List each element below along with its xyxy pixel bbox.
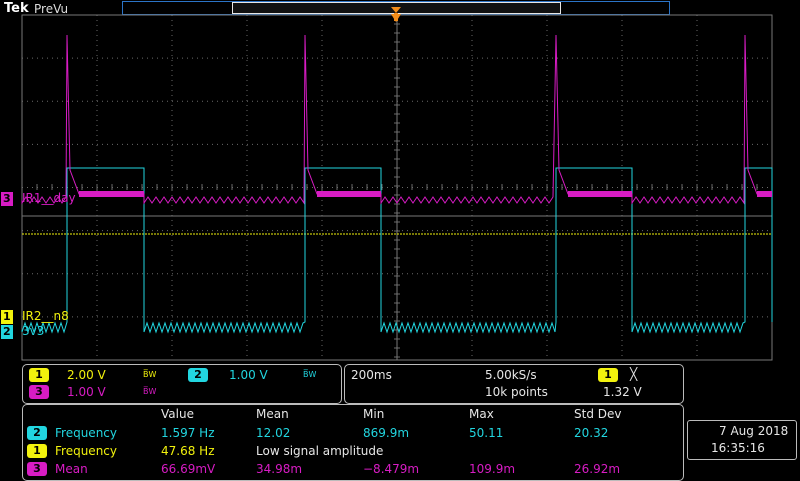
ch3-high-band (79, 191, 144, 197)
measurement-row3-channel-badge[interactable]: 3 (27, 462, 47, 476)
measurements-panel[interactable]: Value Mean Min Max Std Dev 2 Frequency 1… (22, 404, 684, 481)
trigger-position-marker-icon (391, 7, 401, 22)
measurement-row2-channel-badge[interactable]: 1 (27, 444, 47, 458)
ch1-label: IR2__n8 (22, 309, 69, 323)
trigger-level[interactable]: 1.32 V (603, 385, 642, 399)
trigger-slope-icon: ╳ (630, 367, 638, 381)
measurement-row2-warning: Low signal amplitude (256, 444, 384, 458)
measurement-row3-std-dev: 26.92m (574, 462, 621, 476)
record-length[interactable]: 10k points (485, 385, 548, 399)
oscilloscope-screen: Tek PreVu 3 IR1__day 1 IR2__n8 2 3v3 1 2… (0, 0, 800, 481)
ch3-ground-marker[interactable]: 3 (1, 192, 13, 206)
ch3-scale[interactable]: 1.00 V (67, 385, 106, 399)
horizontal-settings-panel[interactable]: 200ms 5.00kS/s 10k points 1 ╳ 1.32 V (344, 364, 684, 404)
measurement-header-std-dev: Std Dev (574, 407, 622, 421)
ch2-badge[interactable]: 2 (188, 368, 208, 382)
measurement-row3-max: 109.9m (469, 462, 516, 476)
vertical-settings-panel[interactable]: 1 2.00 V B̅W 2 1.00 V B̅W 3 1.00 V B̅W (22, 364, 342, 404)
ch3-label: IR1__day (22, 191, 76, 205)
measurement-header-max: Max (469, 407, 494, 421)
measurement-header-value: Value (161, 407, 194, 421)
ch2-bw-limit: B̅W (303, 370, 317, 379)
measurement-row1-value: 1.597 Hz (161, 426, 215, 440)
ch1-badge[interactable]: 1 (29, 368, 49, 382)
graticule (21, 14, 773, 361)
measurement-row1-channel-badge[interactable]: 2 (27, 426, 47, 440)
measurement-row1-max: 50.11 (469, 426, 504, 440)
ch3-high-band (568, 191, 632, 197)
ch1-scale[interactable]: 2.00 V (67, 368, 106, 382)
datetime-panel: 7 Aug 2018 16:35:16 (687, 420, 797, 460)
time-display: 16:35:16 (711, 441, 765, 455)
measurement-row2-value: 47.68 Hz (161, 444, 215, 458)
measurement-row3-name[interactable]: Mean (55, 462, 88, 476)
measurement-row3-min: −8.479m (363, 462, 420, 476)
sample-rate: 5.00kS/s (485, 368, 537, 382)
ch2-label: 3v3 (22, 324, 45, 338)
measurement-header-mean: Mean (256, 407, 289, 421)
ch2-ground-marker[interactable]: 2 (1, 325, 13, 339)
measurement-row1-min: 869.9m (363, 426, 410, 440)
ch3-bw-limit: B̅W (143, 387, 157, 396)
measurement-row1-std-dev: 20.32 (574, 426, 609, 440)
ch3-high-band (757, 191, 772, 197)
ch2-scale[interactable]: 1.00 V (229, 368, 268, 382)
trigger-source-badge[interactable]: 1 (598, 368, 618, 382)
measurement-header-min: Min (363, 407, 385, 421)
measurement-row3-mean: 34.98m (256, 462, 303, 476)
measurement-row1-mean: 12.02 (256, 426, 291, 440)
horizontal-scale[interactable]: 200ms (351, 368, 392, 382)
ch1-ground-marker[interactable]: 1 (1, 310, 13, 324)
measurement-row1-name[interactable]: Frequency (55, 426, 117, 440)
measurement-row3-value: 66.69mV (161, 462, 216, 476)
measurement-row2-name[interactable]: Frequency (55, 444, 117, 458)
ch3-badge[interactable]: 3 (29, 385, 49, 399)
ch3-high-band (317, 191, 381, 197)
date-display: 7 Aug 2018 (719, 424, 789, 438)
ch1-bw-limit: B̅W (143, 370, 157, 379)
